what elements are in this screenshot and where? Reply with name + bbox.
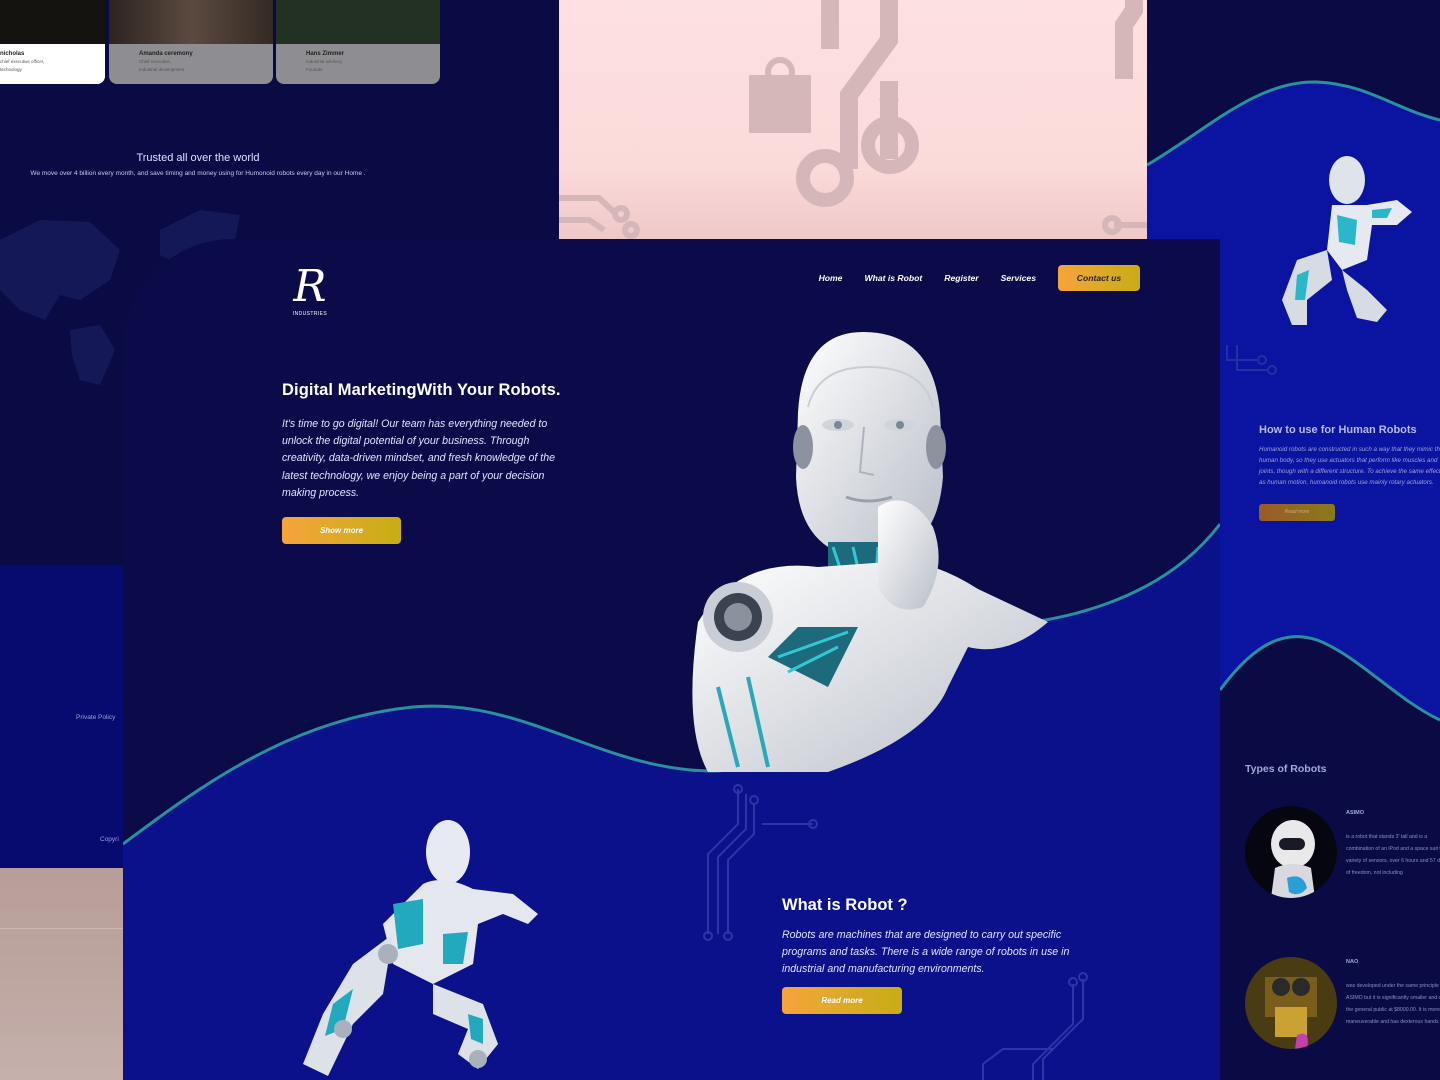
- team-photo: [109, 0, 273, 44]
- background-photo-panel: [0, 868, 124, 1080]
- how-to-use-title: How to use for Human Robots: [1259, 424, 1417, 436]
- what-is-robot-text: Robots are machines that are designed to…: [782, 929, 1070, 976]
- team-card: nicholas chief executive officer, techno…: [0, 0, 105, 84]
- team-extra: technology: [0, 67, 22, 72]
- copyright-text: Copyri: [100, 836, 119, 843]
- team-name: nicholas: [0, 51, 25, 57]
- logo-word: INDUSTRIES: [292, 311, 328, 317]
- asimo-photo: [1245, 806, 1337, 898]
- team-role: Industrial advisory: [306, 59, 343, 64]
- how-to-use-text: Humanoid robots are constructed in such …: [1259, 446, 1440, 486]
- team-extra: Founder: [306, 67, 323, 72]
- trusted-title: Trusted all over the world: [136, 152, 260, 164]
- team-role: Chief executive,: [139, 59, 172, 64]
- logo-mark: R: [293, 261, 327, 312]
- team-name: Amanda ceremony: [139, 51, 193, 57]
- team-role: chief executive officer,: [0, 59, 45, 64]
- circuit-graphic-icon: [559, 0, 1147, 239]
- nao-photo: [1245, 957, 1337, 1049]
- team-photo: [276, 0, 440, 44]
- private-policy-link[interactable]: Private Policy: [76, 714, 115, 721]
- brand-logo[interactable]: R INDUSTRIES: [290, 261, 330, 318]
- what-is-robot-title: What is Robot ?: [782, 896, 908, 914]
- nav-home[interactable]: Home: [819, 273, 843, 283]
- nav-services[interactable]: Services: [1001, 273, 1036, 283]
- circuit-decoration-icon: [982, 972, 1088, 1080]
- show-more-button[interactable]: Show more: [282, 517, 401, 544]
- hero-title: Digital MarketingWith Your Robots.: [282, 381, 561, 399]
- contact-us-button[interactable]: Contact us: [1058, 265, 1140, 291]
- trusted-text: We move over 4 billion every month, and …: [30, 170, 366, 177]
- robot-image: [1282, 156, 1412, 325]
- team-extra: Industrial development: [139, 67, 185, 72]
- types-of-robots-title: Types of Robots: [1245, 763, 1327, 775]
- trusted-section: Trusted all over the world We move over …: [0, 152, 396, 177]
- hero-text: It's time to go digital! Our team has ev…: [282, 418, 556, 499]
- circuit-decoration-icon: [703, 784, 818, 941]
- nao-description: was developed under the same principle a…: [1346, 983, 1440, 1025]
- how-to-use-read-more-button[interactable]: Read more: [1259, 504, 1335, 521]
- robot-crouching-image: [303, 820, 538, 1076]
- team-name: Hans Zimmer: [306, 51, 345, 57]
- team-card: Hans Zimmer Industrial advisory Founder: [276, 0, 440, 84]
- robot-thinking-image: [692, 332, 1048, 772]
- background-pink-panel: [559, 0, 1147, 239]
- main-nav: Home What is Robot Register Services Con…: [797, 265, 1140, 291]
- nao-name: NAO: [1346, 959, 1359, 965]
- team-card: Amanda ceremony Chief executive, Industr…: [109, 0, 273, 84]
- nav-register[interactable]: Register: [944, 273, 978, 283]
- main-landing-page: R INDUSTRIES Home What is Robot Register…: [123, 239, 1220, 1080]
- nav-what-is-robot[interactable]: What is Robot: [864, 273, 922, 283]
- asimo-description: is a robot that stands 3' tall and is a …: [1346, 834, 1440, 876]
- asimo-name: ASIMO: [1346, 810, 1365, 816]
- read-more-button[interactable]: Read more: [782, 987, 902, 1014]
- team-photo: [0, 0, 105, 44]
